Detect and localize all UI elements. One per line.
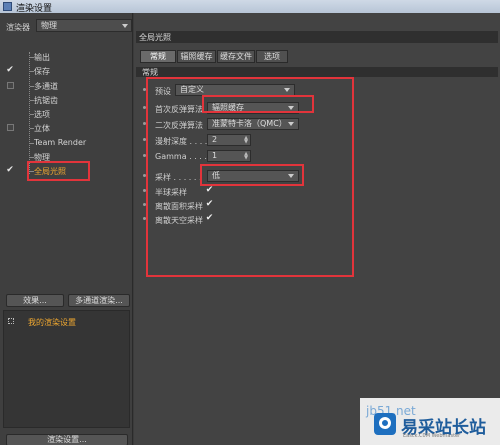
effect-button[interactable]: 效果... [6,294,64,307]
tree-item-options[interactable]: 选项 [4,107,130,121]
renderer-row: 渲染器 物理 [6,19,132,33]
tab-options[interactable]: 选项 [256,50,288,63]
highlight-box-primary [202,95,314,113]
tree-item-label: Team Render [34,138,87,147]
tree-item-multipass[interactable]: 多通道 [4,79,130,93]
render-settings-list: 我的渲染设置 [3,310,130,428]
settings-icon [8,318,14,324]
watermark-logo-icon [374,413,396,435]
renderer-label: 渲染器 [6,23,30,32]
watermark-subtitle: Easck.C0M Webmaster [403,433,461,439]
tab-general[interactable]: 常规 [140,50,176,63]
tree-item-stereo[interactable]: 立体 [4,121,130,135]
tree-item-label: 选项 [34,110,50,119]
tree-item-output[interactable]: 输出 [4,50,130,64]
render-settings-button[interactable]: 渲染设置... [6,434,128,445]
highlight-box-sampling [200,164,304,186]
checkbox[interactable] [7,82,14,89]
tree-item-save[interactable]: ✔ 保存 [4,64,130,78]
tab-cache-files[interactable]: 缓存文件 [217,50,255,63]
panel-header: 全局光照 [136,31,498,43]
tree-item-antialiasing[interactable]: 抗锯齿 [4,93,130,107]
chevron-down-icon [122,24,128,28]
tab-irradiance-cache[interactable]: 辐照缓存 [177,50,216,63]
tab-bar: 常规 辐照缓存 缓存文件 选项 [136,48,498,64]
app-icon [3,2,12,11]
list-item[interactable]: 我的渲染设置 [6,316,128,328]
tree-item-label: 抗锯齿 [34,96,58,105]
tree-item-label: 输出 [34,53,50,62]
highlight-box-gi-item [27,161,90,181]
tree-item-label: 保存 [34,67,50,76]
tree-item-label: 立体 [34,124,50,133]
title-bar: 渲染设置 [0,0,500,14]
render-settings-window: 渲染设置 渲染器 物理 输出 ✔ 保存 多通道 抗锯齿 选项 立体 Team R… [0,0,500,445]
panel-title: 全局光照 [139,33,171,42]
section-header: 常规 [136,67,498,77]
check-icon[interactable]: ✔ [5,165,15,175]
multipass-render-button[interactable]: 多通道渲染... [68,294,130,307]
settings-item-label: 我的渲染设置 [28,318,76,327]
tree-item-team-render[interactable]: Team Render [4,136,130,150]
renderer-value: 物理 [41,21,57,30]
check-icon[interactable]: ✔ [5,65,15,75]
renderer-select[interactable]: 物理 [36,19,132,32]
checkbox[interactable] [7,124,14,131]
tree-item-label: 多通道 [34,82,58,91]
